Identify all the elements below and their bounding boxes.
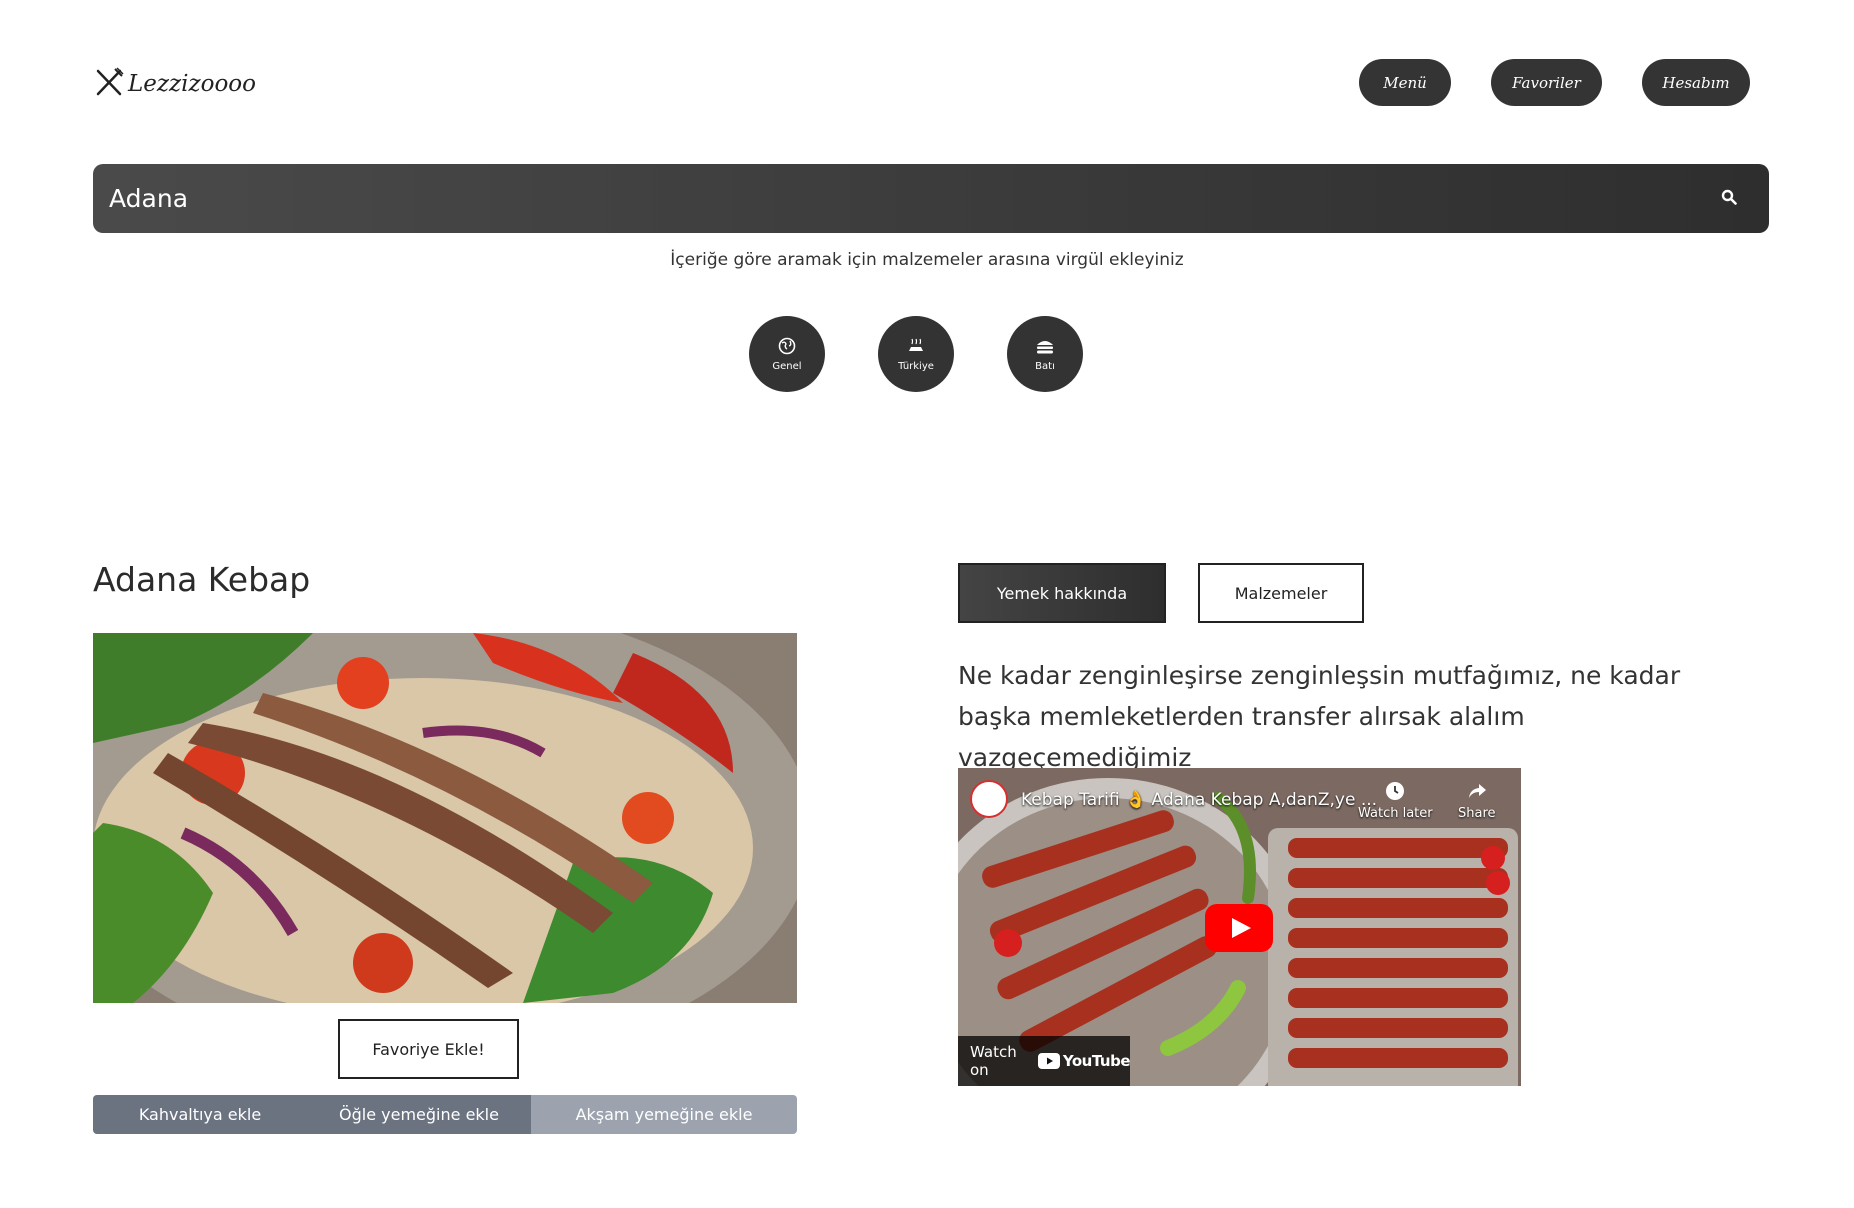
logo[interactable]: Lezzizoooo	[93, 66, 256, 102]
watch-later-label: Watch later	[1358, 806, 1433, 821]
logo-text: Lezzizoooo	[128, 71, 256, 97]
add-dinner-button[interactable]: Akşam yemeğine ekle	[531, 1095, 797, 1134]
burger-icon	[1035, 337, 1055, 359]
tab-about[interactable]: Yemek hakkında	[958, 563, 1166, 623]
kebab-icon	[906, 337, 926, 359]
share-button[interactable]: Share	[1458, 780, 1496, 821]
search-icon	[1721, 189, 1737, 209]
play-icon	[1205, 904, 1273, 952]
tab-ingredients[interactable]: Malzemeler	[1198, 563, 1364, 623]
category-general-button[interactable]: Genel	[749, 316, 825, 392]
utensils-icon	[93, 66, 125, 102]
favorites-nav-button[interactable]: Favoriler	[1491, 59, 1602, 106]
share-icon	[1458, 780, 1496, 806]
youtube-video-embed[interactable]: Kebap Tarifi 👌 Adana Kebap A,danZ,ye ...…	[958, 768, 1521, 1086]
add-lunch-button[interactable]: Öğle yemeğine ekle	[307, 1095, 531, 1134]
category-turkey-button[interactable]: Türkiye	[878, 316, 954, 392]
share-label: Share	[1458, 806, 1496, 821]
video-title[interactable]: Kebap Tarifi 👌 Adana Kebap A,danZ,ye ...	[1021, 790, 1377, 810]
watch-on-label: Watch on	[970, 1043, 1017, 1079]
channel-avatar[interactable]	[970, 780, 1008, 818]
menu-nav-button[interactable]: Menü	[1359, 59, 1451, 106]
category-label: Batı	[1035, 360, 1055, 372]
youtube-wordmark: YouTube	[1062, 1052, 1131, 1070]
category-west-button[interactable]: Batı	[1007, 316, 1083, 392]
watch-on-youtube-button[interactable]: Watch on YouTube	[958, 1036, 1131, 1086]
meal-plan-bar: Kahvaltıya ekle Öğle yemeğine ekle Akşam…	[93, 1095, 797, 1134]
category-label: Genel	[772, 360, 802, 372]
recipe-image	[93, 633, 797, 1003]
youtube-logo-icon	[1037, 1053, 1060, 1069]
search-bar	[93, 163, 1769, 234]
clock-icon	[1358, 780, 1433, 806]
search-button[interactable]	[1689, 164, 1769, 233]
add-breakfast-button[interactable]: Kahvaltıya ekle	[93, 1095, 307, 1134]
add-favorite-button[interactable]: Favoriye Ekle!	[338, 1019, 519, 1079]
globe-icon	[777, 337, 797, 359]
watch-later-button[interactable]: Watch later	[1358, 780, 1433, 821]
recipe-description: Ne kadar zenginleşirse zenginleşsin mutf…	[958, 661, 1681, 772]
account-nav-button[interactable]: Hesabım	[1642, 59, 1750, 106]
search-hint: İçeriğe göre aramak için malzemeler aras…	[670, 250, 1184, 270]
play-button[interactable]	[1205, 904, 1273, 956]
search-input[interactable]	[93, 163, 1689, 234]
recipe-title: Adana Kebap	[93, 560, 311, 599]
category-label: Türkiye	[898, 360, 934, 372]
